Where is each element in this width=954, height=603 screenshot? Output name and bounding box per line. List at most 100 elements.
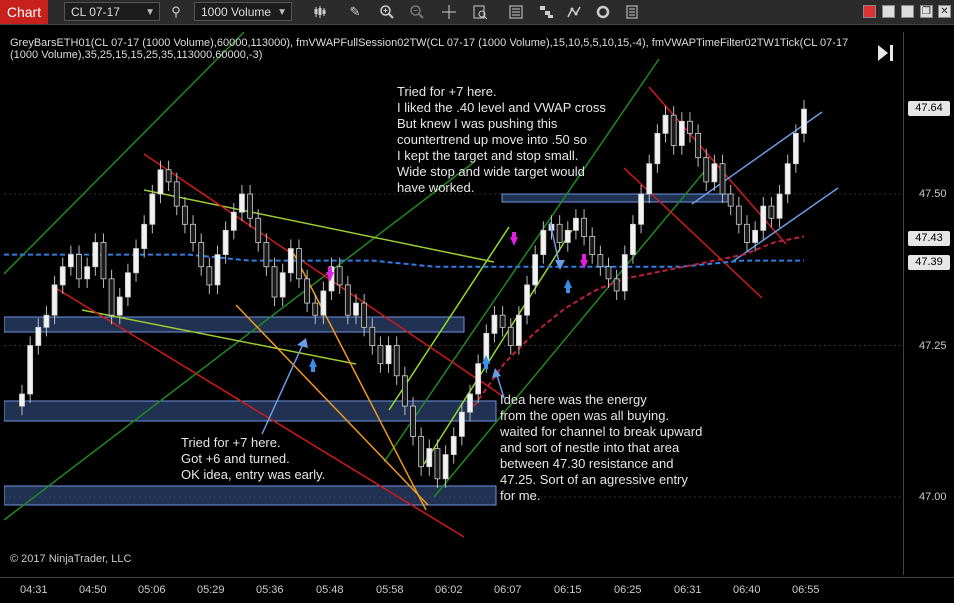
minimize-icon[interactable]: [882, 5, 895, 18]
candle-body: [630, 223, 636, 256]
instrument-value: CL 07-17: [71, 5, 120, 19]
candle-body: [287, 248, 294, 274]
properties-icon[interactable]: [508, 4, 524, 20]
candle-body: [59, 266, 66, 286]
candle-body: [426, 448, 433, 468]
candle-body: [589, 236, 596, 255]
candle-body: [27, 345, 34, 395]
data-box-icon[interactable]: [472, 4, 488, 20]
candle-body: [735, 205, 742, 225]
time-tick: 05:06: [138, 584, 166, 596]
time-tick: 04:31: [20, 584, 48, 596]
candle-body: [621, 254, 628, 292]
restore-icon[interactable]: [863, 5, 876, 18]
interval-selector[interactable]: 1000 Volume ▼: [194, 2, 292, 21]
candle-body: [646, 163, 653, 195]
annotation-arrowhead-top: [555, 260, 565, 270]
candle-body: [752, 229, 759, 243]
annotation-arrowhead-left: [297, 338, 308, 348]
copyright-text: © 2017 NinjaTrader, LLC: [10, 553, 132, 565]
candle-body: [296, 248, 302, 280]
time-tick: 06:02: [435, 584, 463, 596]
instrument-selector[interactable]: CL 07-17 ▼: [64, 2, 160, 21]
zoom-out-icon[interactable]: [409, 4, 425, 20]
candle-body: [475, 363, 482, 395]
trendline-green-1: [4, 32, 245, 275]
attach-icon[interactable]: [624, 4, 640, 20]
price-tick: 47.00: [919, 491, 947, 503]
exit-arrow-up-stem: [566, 287, 570, 293]
time-tick: 06:55: [792, 584, 820, 596]
candle-body: [442, 454, 449, 480]
entry-arrow-down-stem: [582, 254, 586, 260]
candle-body: [198, 242, 205, 268]
candle-body: [51, 284, 58, 316]
price-badge-last: 47.64: [908, 101, 950, 116]
candle-body: [401, 375, 408, 407]
candle-body: [92, 242, 99, 268]
candle-body: [491, 314, 498, 334]
time-tick: 06:07: [494, 584, 522, 596]
candle-body: [605, 266, 612, 280]
exit-arrow-up-stem: [484, 363, 488, 369]
candle-body: [255, 217, 262, 243]
candle-body: [369, 326, 376, 346]
price-badge-vwap-filter: 47.43: [908, 231, 950, 246]
candle-body: [524, 284, 530, 316]
candle-body: [703, 157, 710, 183]
candle-body: [43, 314, 50, 328]
indicator-label: GreyBarsETH01(CL 07-17 (1000 Volume),600…: [10, 37, 849, 61]
entry-arrow-down: [510, 237, 518, 246]
strategies-icon[interactable]: [538, 4, 554, 20]
restore-window-icon[interactable]: ❐: [920, 5, 933, 18]
time-tick: 05:36: [256, 584, 284, 596]
candle-body: [687, 120, 693, 134]
candle-body: [784, 163, 791, 195]
candle-body: [263, 242, 270, 268]
time-tick: 05:48: [316, 584, 344, 596]
chart-toolbar: Chart CL 07-17 ▼ ⚲ 1000 Volume ▼ ✎ ❐ ✕: [0, 0, 954, 25]
trendline-red-4: [623, 167, 763, 299]
time-tick: 05:29: [197, 584, 225, 596]
candle-body: [410, 405, 416, 437]
drawing-tools-icon[interactable]: [566, 4, 582, 20]
candle-body: [532, 254, 539, 286]
crosshair-icon[interactable]: [441, 4, 457, 20]
exit-arrow-up-stem: [311, 366, 315, 372]
candle-body: [662, 114, 669, 134]
candle-body: [182, 205, 188, 225]
draw-pencil-icon[interactable]: ✎: [347, 4, 363, 20]
candle-body: [581, 217, 587, 237]
refresh-icon[interactable]: [595, 4, 611, 20]
search-icon[interactable]: ⚲: [168, 4, 184, 20]
bar-style-icon[interactable]: [312, 4, 328, 20]
chart-tab[interactable]: Chart: [0, 0, 48, 24]
candle-body: [149, 193, 156, 225]
scroll-to-end-icon[interactable]: [876, 42, 896, 64]
time-tick: 06:25: [614, 584, 642, 596]
candle-body: [312, 302, 319, 316]
interval-value: 1000 Volume: [201, 5, 272, 19]
candle-body: [776, 193, 783, 219]
maximize-icon[interactable]: [901, 5, 914, 18]
candle-body: [336, 266, 343, 286]
candle-body: [458, 411, 465, 437]
price-tick: 47.50: [919, 188, 947, 200]
candle-body: [304, 278, 311, 304]
candle-body: [76, 254, 82, 280]
candle-body: [613, 278, 620, 292]
zone-47-15: [4, 400, 497, 422]
candle-body: [19, 393, 25, 407]
candle-body: [279, 272, 286, 298]
candle-body: [67, 254, 74, 268]
candle-body: [418, 435, 425, 468]
candle-body: [573, 217, 579, 231]
entry-arrow-down-stem: [512, 232, 516, 238]
exit-arrow-up: [564, 279, 572, 288]
candle-body: [133, 248, 139, 274]
vwap-time-filter-line: [473, 235, 805, 407]
zoom-in-icon[interactable]: [379, 4, 395, 20]
candle-body: [230, 211, 237, 231]
close-icon[interactable]: ✕: [938, 5, 951, 18]
exit-arrow-up: [309, 358, 317, 367]
